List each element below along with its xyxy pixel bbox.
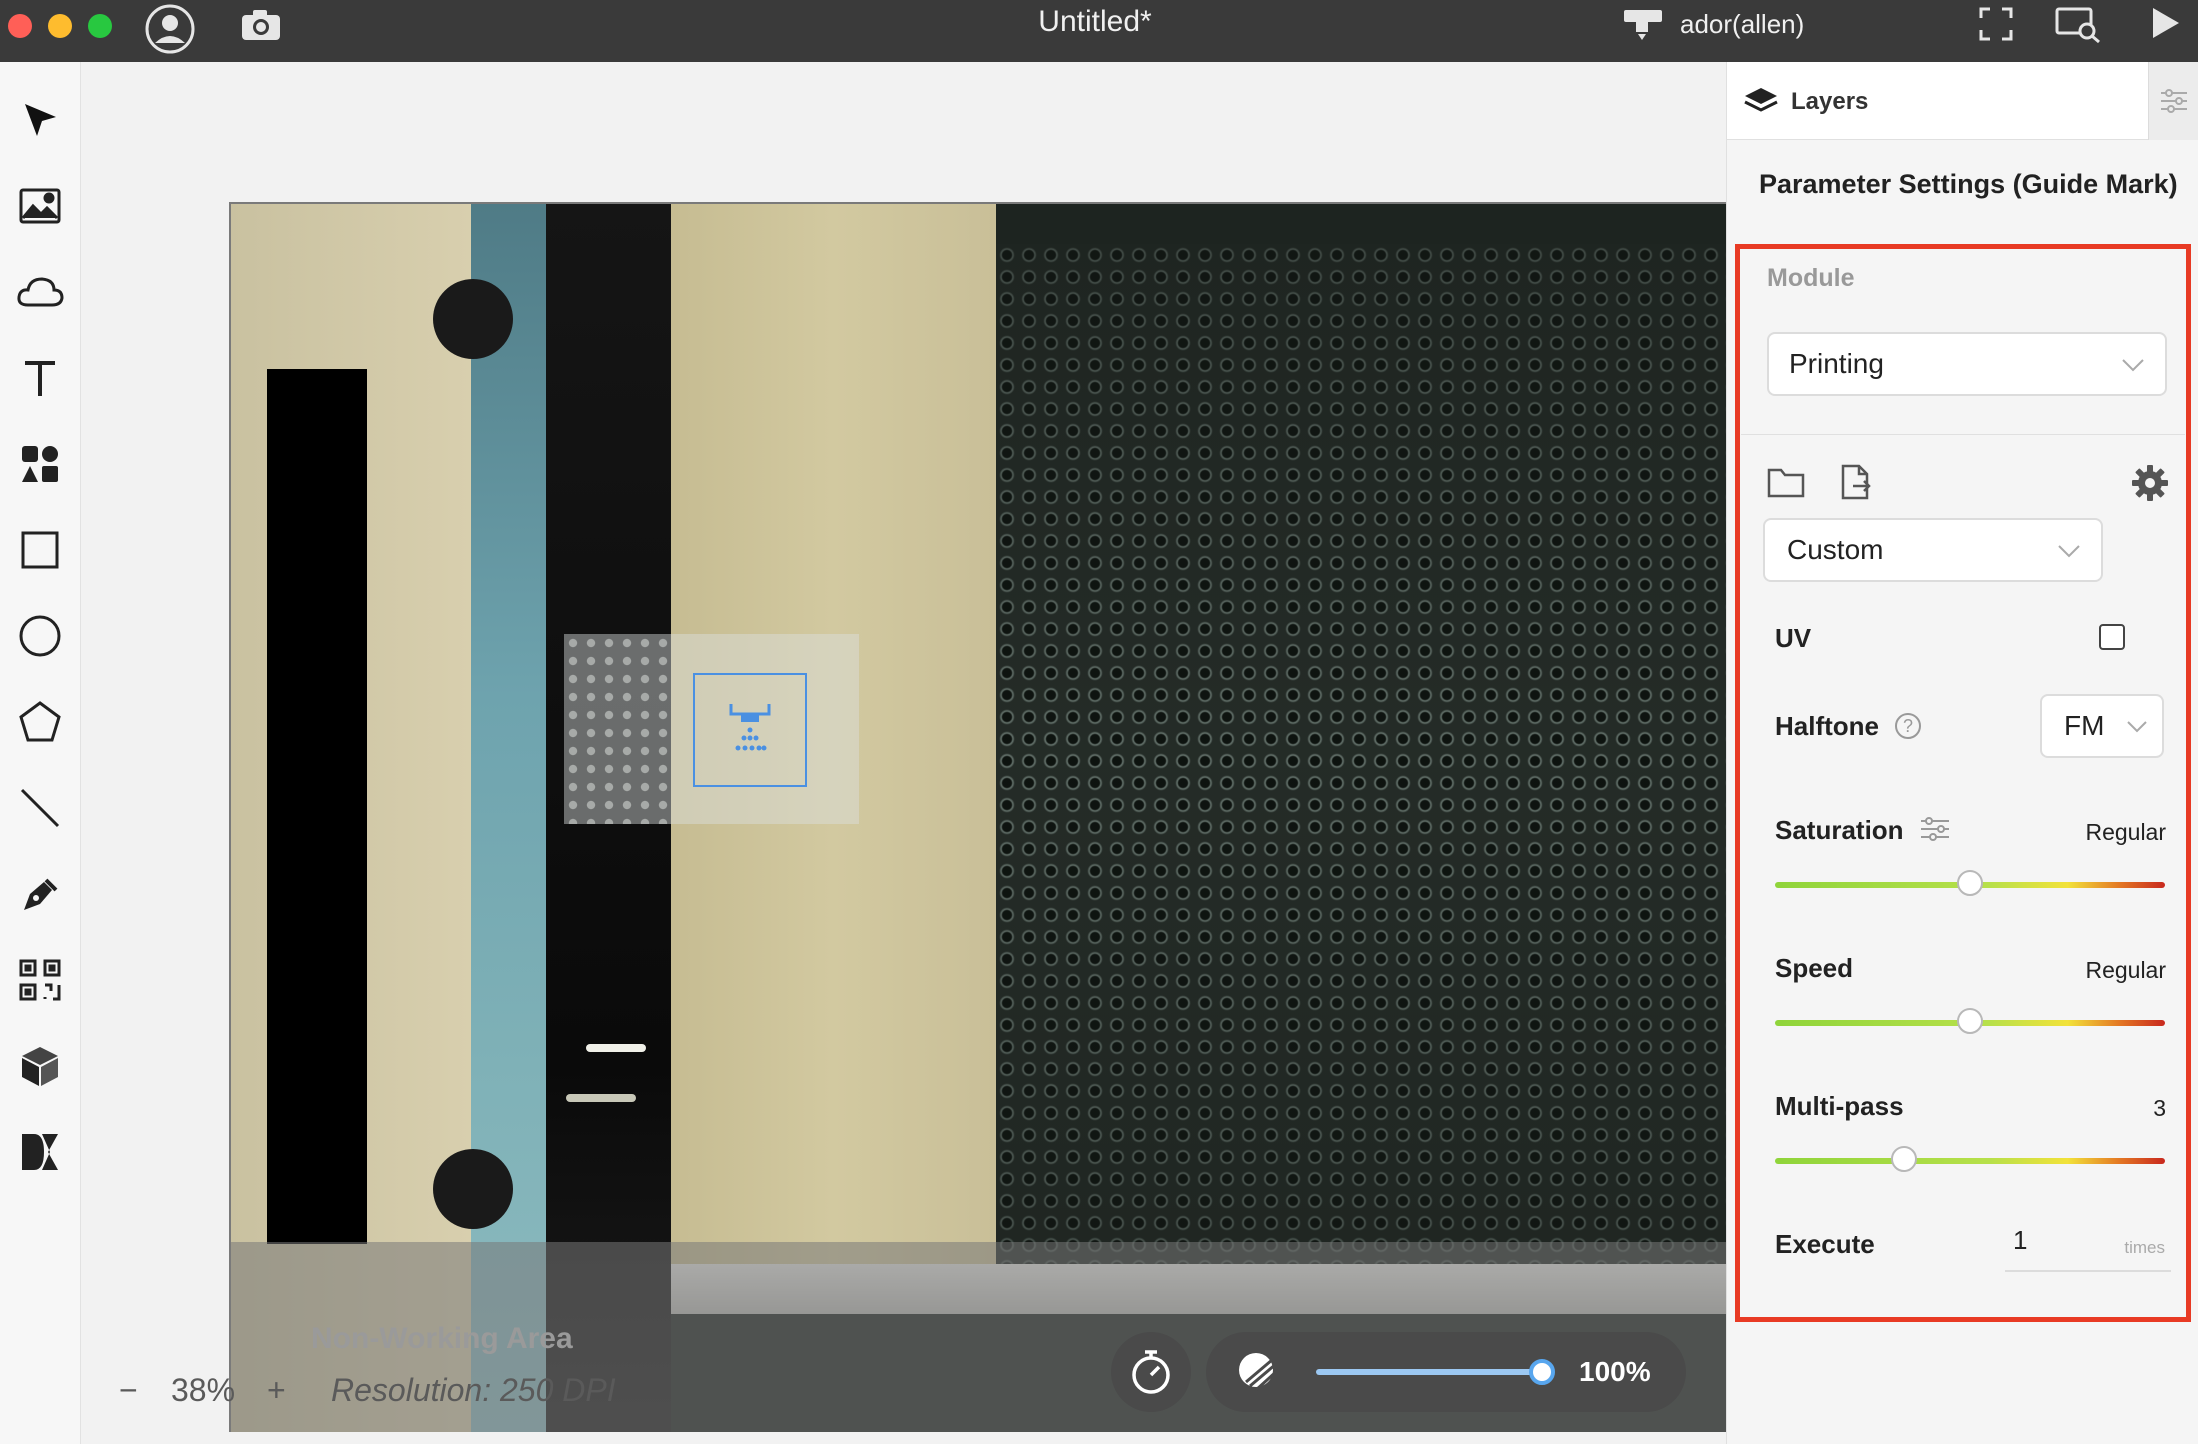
chevron-down-icon [2058, 545, 2080, 558]
black-bar [267, 369, 367, 1244]
speckle-texture [564, 634, 674, 824]
guide-mark-dot[interactable] [433, 1149, 513, 1229]
right-panel: Layers Parameter Settings (Guide Mark) M… [1726, 62, 2198, 1444]
zoom-value: 38% [171, 1372, 236, 1408]
dxf-import-icon[interactable] [8, 1120, 72, 1184]
close-window-button[interactable] [8, 14, 32, 38]
bed-shading [996, 244, 1807, 1264]
module-label: Module [1767, 264, 1855, 292]
divider [1741, 434, 2185, 435]
cloud-icon[interactable] [8, 260, 72, 324]
title-bar: Untitled* ador(allen) [0, 0, 2198, 62]
module-select-value: Printing [1789, 348, 1884, 379]
play-icon[interactable] [2150, 6, 2182, 45]
opacity-icon [1239, 1353, 1280, 1392]
multipass-label: Multi-pass [1775, 1091, 1904, 1121]
layers-icon [1744, 88, 1778, 112]
speed-value: Regular [2085, 957, 2166, 983]
camera-opacity-control: 100% [1206, 1332, 1686, 1412]
folder-icon[interactable] [1767, 466, 1805, 498]
account-icon[interactable] [144, 3, 196, 60]
uv-checkbox[interactable] [2099, 624, 2125, 650]
opacity-slider-knob[interactable] [1529, 1359, 1555, 1385]
light-reflection [586, 1044, 646, 1052]
halftone-label: Halftone [1775, 711, 1879, 741]
preset-select-value: Custom [1787, 534, 1884, 565]
light-reflection [566, 1094, 636, 1102]
polygon-icon[interactable] [8, 690, 72, 754]
resolution-label: Resolution: 250 DPI [331, 1372, 616, 1408]
non-working-area-label: Non-Working Area [311, 1322, 573, 1355]
timer-button[interactable] [1111, 1332, 1191, 1412]
execute-unit: times [2124, 1238, 2165, 1257]
multipass-slider-knob[interactable] [1890, 1146, 1917, 1172]
selected-print-object[interactable] [693, 673, 807, 787]
saturation-slider-knob[interactable] [1957, 870, 1983, 896]
qr-code-icon[interactable] [8, 948, 72, 1012]
opacity-value: 100% [1579, 1356, 1651, 1387]
multipass-value: 3 [2153, 1095, 2166, 1121]
ellipse-icon[interactable] [8, 604, 72, 668]
help-icon[interactable]: ? [1895, 713, 1921, 739]
left-toolbar [0, 62, 81, 1444]
halftone-select[interactable]: FM [2040, 694, 2164, 758]
cursor-icon[interactable] [8, 88, 72, 152]
maximize-window-button[interactable] [88, 14, 112, 38]
canvas-area[interactable]: Non-Working Area − 38% + Resolution: 250… [81, 62, 1807, 1444]
preset-select[interactable]: Custom [1763, 518, 2103, 582]
execute-input-value: 1 [2013, 1225, 2028, 1255]
zoom-out-button[interactable]: − [119, 1370, 138, 1410]
chevron-down-icon [2127, 721, 2147, 733]
execute-input[interactable]: 1 times [2005, 1212, 2171, 1272]
window-title: Untitled* [1038, 5, 1152, 38]
tab-layers-label: Layers [1791, 88, 1869, 115]
machine-icon[interactable] [1622, 6, 1664, 47]
saturation-slider[interactable] [1775, 870, 2165, 896]
minimize-window-button[interactable] [48, 14, 72, 38]
saturation-label: Saturation [1775, 815, 1904, 845]
image-icon[interactable] [8, 174, 72, 238]
speed-slider[interactable] [1775, 1008, 2165, 1034]
preview-search-icon[interactable] [2054, 6, 2102, 49]
elements-icon[interactable] [8, 432, 72, 496]
halftone-select-value: FM [2064, 710, 2105, 741]
stopwatch-icon [1132, 1350, 1170, 1394]
gear-icon[interactable] [2131, 464, 2169, 502]
export-preset-icon[interactable] [1839, 464, 1871, 500]
pen-icon[interactable] [8, 862, 72, 926]
speed-label: Speed [1775, 953, 1854, 983]
rectangle-icon[interactable] [8, 518, 72, 582]
print-nozzle-icon [729, 704, 771, 751]
user-name[interactable]: ador(allen) [1680, 7, 1804, 41]
guide-mark-dot[interactable] [433, 279, 513, 359]
tab-object-settings[interactable] [2148, 62, 2198, 140]
module-select[interactable]: Printing [1767, 332, 2167, 396]
camera-preview[interactable]: Non-Working Area [229, 202, 1807, 1432]
chevron-down-icon [2122, 359, 2144, 372]
text-tool-icon[interactable] [8, 346, 72, 410]
execute-label: Execute [1775, 1229, 1875, 1259]
saturation-value: Regular [2085, 819, 2166, 845]
multipass-slider[interactable] [1775, 1146, 2165, 1172]
sliders-icon [2161, 89, 2187, 113]
3d-box-icon[interactable] [8, 1034, 72, 1098]
panel-title: Parameter Settings (Guide Mark) [1759, 169, 2178, 199]
line-icon[interactable] [8, 776, 72, 840]
zoom-in-button[interactable]: + [267, 1370, 286, 1410]
uv-label: UV [1775, 623, 1812, 653]
fullscreen-icon[interactable] [1978, 6, 2014, 47]
tab-layers[interactable]: Layers [1727, 62, 2148, 140]
camera-icon[interactable] [240, 8, 282, 47]
speed-slider-knob[interactable] [1957, 1008, 1983, 1034]
opacity-slider[interactable] [1316, 1359, 1555, 1385]
sliders-icon[interactable] [1919, 816, 1951, 842]
